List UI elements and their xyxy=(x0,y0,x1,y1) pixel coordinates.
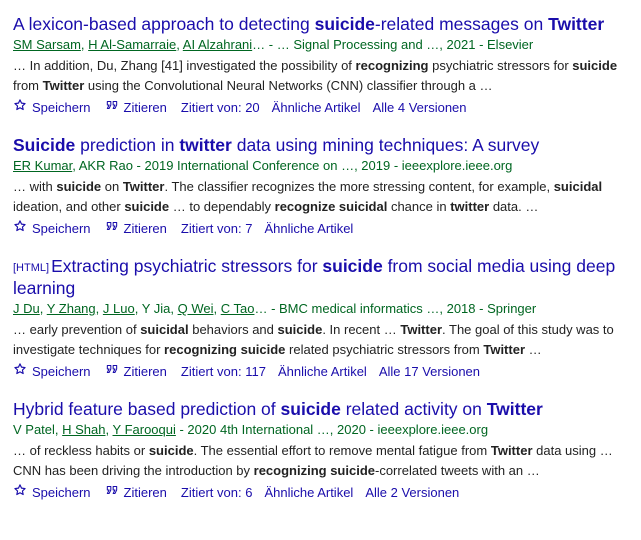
star-icon xyxy=(13,219,27,238)
result-actions: Speichern Zitieren Zitiert von: 117 Ähnl… xyxy=(13,362,623,381)
versions-link[interactable]: Alle 2 Versionen xyxy=(365,484,459,502)
author-link[interactable]: H Al-Samarraie xyxy=(88,37,176,52)
save-label: Speichern xyxy=(32,363,91,379)
result-title-link[interactable]: Hybrid feature based prediction of suici… xyxy=(13,399,543,419)
author-link[interactable]: J Luo xyxy=(103,301,135,316)
author-link[interactable]: C Tao xyxy=(221,301,255,316)
search-result: A lexicon-based approach to detecting su… xyxy=(13,14,623,117)
cited-by-link[interactable]: Zitiert von: 6 xyxy=(181,484,253,502)
result-title: A lexicon-based approach to detecting su… xyxy=(13,14,623,34)
save-button[interactable]: Speichern xyxy=(13,98,91,117)
cite-label: Zitieren xyxy=(123,220,167,236)
search-result: [HTML] Extracting psychiatric stressors f… xyxy=(13,256,623,381)
quote-icon xyxy=(105,483,119,502)
versions-link[interactable]: Alle 4 Versionen xyxy=(373,99,467,117)
search-results-list: A lexicon-based approach to detecting su… xyxy=(0,0,623,502)
save-label: Speichern xyxy=(32,220,91,236)
star-icon xyxy=(13,483,27,502)
author-link[interactable]: Y Zhang xyxy=(47,301,96,316)
result-snippet: … of reckless habits or suicide. The ess… xyxy=(13,443,613,478)
cite-label: Zitieren xyxy=(123,99,167,115)
author-link[interactable]: J Du xyxy=(13,301,40,316)
quote-icon xyxy=(105,219,119,238)
result-authors: SM Sarsam, H Al-Samarraie, AI Alzahrani…… xyxy=(13,37,534,52)
cite-label: Zitieren xyxy=(123,484,167,500)
cite-button[interactable]: Zitieren xyxy=(105,98,167,117)
related-articles-link[interactable]: Ähnliche Artikel xyxy=(278,363,367,381)
star-icon xyxy=(13,362,27,381)
save-button[interactable]: Speichern xyxy=(13,362,91,381)
quote-icon xyxy=(105,362,119,381)
result-authors: V Patel, H Shah, Y Farooqui - 2020 4th I… xyxy=(13,422,489,437)
cite-button[interactable]: Zitieren xyxy=(105,219,167,238)
author-link[interactable]: SM Sarsam xyxy=(13,37,81,52)
result-title-link[interactable]: Suicide prediction in twitter data using… xyxy=(13,135,539,155)
result-title: Hybrid feature based prediction of suici… xyxy=(13,399,623,419)
quote-icon xyxy=(105,98,119,117)
star-icon xyxy=(13,98,27,117)
author-link[interactable]: Y Farooqui xyxy=(113,422,176,437)
cited-by-link[interactable]: Zitiert von: 117 xyxy=(181,363,266,381)
author-link[interactable]: Q Wei xyxy=(178,301,214,316)
search-result: Suicide prediction in twitter data using… xyxy=(13,135,623,238)
result-actions: Speichern Zitieren Zitiert von: 20 Ähnli… xyxy=(13,98,623,117)
related-articles-link[interactable]: Ähnliche Artikel xyxy=(272,99,361,117)
cite-label: Zitieren xyxy=(123,363,167,379)
cited-by-link[interactable]: Zitiert von: 7 xyxy=(181,220,253,238)
result-title: Suicide prediction in twitter data using… xyxy=(13,135,623,155)
result-actions: Speichern Zitieren Zitiert von: 7 Ähnlic… xyxy=(13,219,623,238)
format-tag[interactable]: [HTML] xyxy=(13,262,49,274)
result-snippet: … early prevention of suicidal behaviors… xyxy=(13,322,614,357)
author-link[interactable]: ER Kumar xyxy=(13,158,72,173)
search-result: Hybrid feature based prediction of suici… xyxy=(13,399,623,502)
related-articles-link[interactable]: Ähnliche Artikel xyxy=(264,220,353,238)
result-title-link[interactable]: Extracting psychiatric stressors for sui… xyxy=(13,256,615,298)
result-authors: ER Kumar, AKR Rao - 2019 International C… xyxy=(13,158,513,173)
result-title-link[interactable]: A lexicon-based approach to detecting su… xyxy=(13,14,604,34)
author-link[interactable]: H Shah xyxy=(62,422,105,437)
cited-by-link[interactable]: Zitiert von: 20 xyxy=(181,99,260,117)
author-link[interactable]: AI Alzahrani xyxy=(183,37,252,52)
save-label: Speichern xyxy=(32,99,91,115)
result-title: [HTML] Extracting psychiatric stressors f… xyxy=(13,256,623,298)
cite-button[interactable]: Zitieren xyxy=(105,362,167,381)
versions-link[interactable]: Alle 17 Versionen xyxy=(379,363,480,381)
save-label: Speichern xyxy=(32,484,91,500)
result-snippet: … with suicide on Twitter. The classifie… xyxy=(13,179,603,214)
related-articles-link[interactable]: Ähnliche Artikel xyxy=(264,484,353,502)
result-authors: J Du, Y Zhang, J Luo, Y Jia, Q Wei, C Ta… xyxy=(13,301,537,316)
result-actions: Speichern Zitieren Zitiert von: 6 Ähnlic… xyxy=(13,483,623,502)
cite-button[interactable]: Zitieren xyxy=(105,483,167,502)
save-button[interactable]: Speichern xyxy=(13,219,91,238)
result-snippet: … In addition, Du, Zhang [41] investigat… xyxy=(13,58,618,93)
save-button[interactable]: Speichern xyxy=(13,483,91,502)
